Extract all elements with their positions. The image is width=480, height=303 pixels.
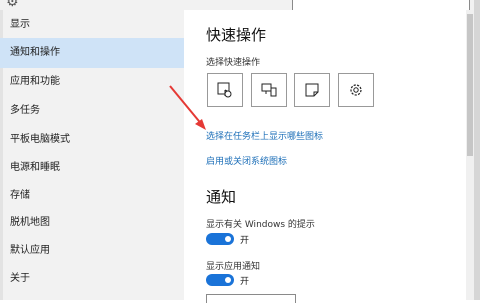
window-edge: [474, 0, 480, 300]
sidebar-item-tablet-mode[interactable]: 平板电脑模式: [0, 125, 184, 155]
quick-action-button-4[interactable]: [338, 73, 374, 107]
next-setting-field[interactable]: [206, 294, 296, 303]
sidebar-item-notifications-actions[interactable]: 通知和操作: [0, 38, 184, 68]
sidebar-item-about[interactable]: 关于: [0, 264, 184, 294]
sidebar-item-apps-features[interactable]: 应用和功能: [0, 67, 184, 97]
note-icon: [305, 83, 319, 97]
quick-action-button-2[interactable]: [251, 73, 287, 107]
gear-icon[interactable]: ⚙: [6, 0, 22, 10]
sidebar-item-offline-maps[interactable]: 脱机地图: [0, 208, 184, 238]
sidebar-item-power-sleep[interactable]: 电源和睡眠: [0, 153, 184, 183]
quick-action-button-3[interactable]: [294, 73, 330, 107]
tablet-mode-icon: [217, 82, 232, 98]
app-notifications-label: 显示应用通知: [206, 262, 261, 272]
sidebar-item-multitasking[interactable]: 多任务: [0, 96, 184, 126]
taskbar-icons-link[interactable]: 选择在任务栏上显示哪些图标: [206, 129, 323, 142]
quick-action-button-1[interactable]: [207, 73, 243, 107]
sidebar-item-storage[interactable]: 存储: [0, 181, 184, 211]
app-notifications-state: 开: [240, 277, 250, 287]
quick-actions-subtitle: 选择快速操作: [206, 58, 261, 68]
sidebar-item-default-apps[interactable]: 默认应用: [0, 236, 184, 266]
connect-display-icon: [261, 83, 277, 97]
notifications-heading: 通知: [206, 188, 237, 206]
windows-tips-label: 显示有关 Windows 的提示: [206, 220, 315, 230]
settings-gear-icon: [350, 84, 362, 96]
quick-actions-heading: 快速操作: [206, 26, 267, 44]
windows-tips-state: 开: [240, 236, 250, 246]
sidebar-item-display[interactable]: 显示: [0, 10, 184, 40]
windows-tips-toggle[interactable]: [206, 233, 234, 245]
system-icons-link[interactable]: 启用或关闭系统图标: [206, 154, 287, 167]
app-notifications-toggle[interactable]: [206, 274, 234, 286]
scrollbar-thumb[interactable]: [467, 14, 473, 156]
